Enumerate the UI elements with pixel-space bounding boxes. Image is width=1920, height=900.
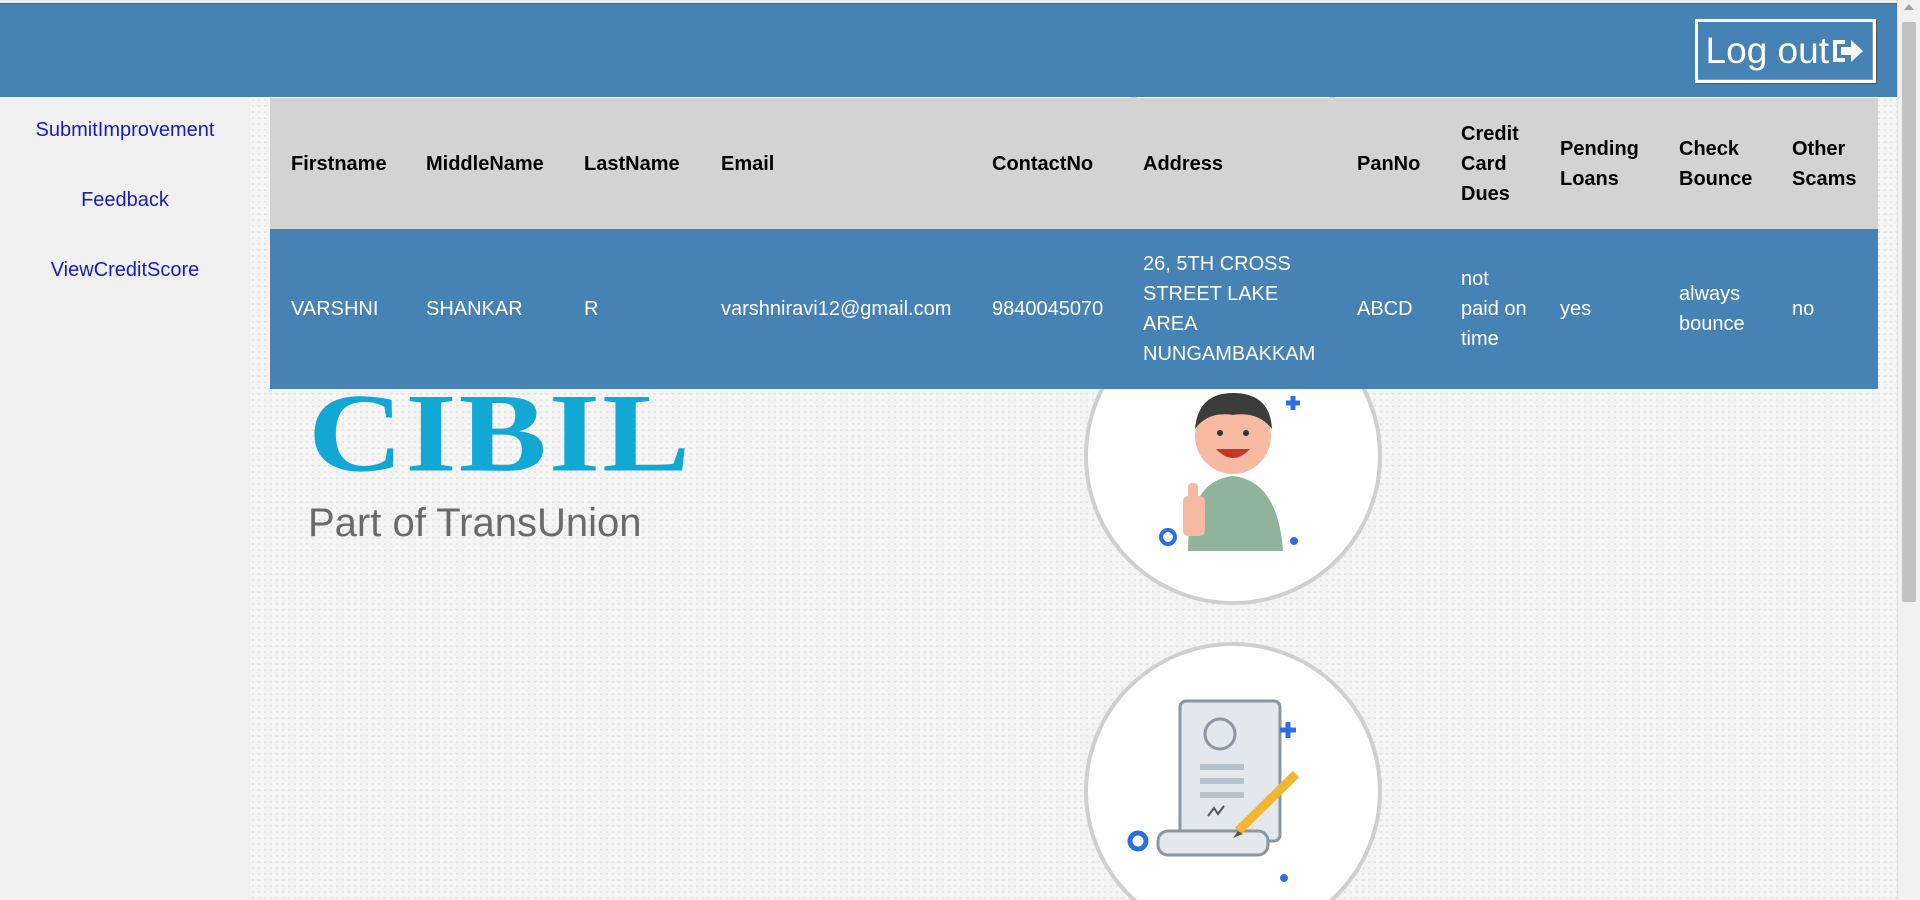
cell-firstname: VARSHNI [270, 229, 405, 389]
col-header-lastname: LastName [563, 98, 700, 229]
sidebar-link-feedback[interactable]: Feedback [0, 189, 250, 212]
cibil-logo: CIBIL Part of TransUnion [308, 377, 692, 546]
logout-button[interactable]: Log out [1694, 19, 1876, 83]
col-header-panno: PanNo [1336, 98, 1440, 229]
scrollbar-thumb[interactable] [1902, 22, 1916, 602]
sidebar: SubmitImprovement Feedback ViewCreditSco… [0, 97, 250, 900]
table-header-row: Firstname MiddleName LastName Email Cont… [270, 98, 1878, 229]
table-row: VARSHNI SHANKAR R varshniravi12@gmail.co… [270, 229, 1878, 389]
cell-panno: ABCD [1336, 229, 1440, 389]
col-header-email: Email [700, 98, 971, 229]
cell-credit-card-dues: not paid on time [1440, 229, 1539, 389]
header-bar: Log out [0, 3, 1898, 98]
cell-other-scams: no [1771, 229, 1878, 389]
cell-pending-loans: yes [1539, 229, 1658, 389]
scroll-up-arrow-icon[interactable] [1904, 4, 1914, 10]
sidebar-link-submit-improvement[interactable]: SubmitImprovement [0, 119, 250, 142]
document-signing-illustration [1084, 642, 1382, 900]
logo-title: CIBIL [308, 370, 693, 496]
col-header-middlename: MiddleName [405, 98, 563, 229]
col-header-check-bounce: Check Bounce [1658, 98, 1771, 229]
credit-details-table: Firstname MiddleName LastName Email Cont… [270, 98, 1878, 389]
logout-label: Log out [1705, 30, 1829, 71]
cell-email: varshniravi12@gmail.com [700, 229, 971, 389]
cell-check-bounce: always bounce [1658, 229, 1771, 389]
cell-contactno: 9840045070 [971, 229, 1122, 389]
logo-subtitle: Part of TransUnion [308, 501, 642, 545]
cell-middlename: SHANKAR [405, 229, 563, 389]
cell-lastname: R [563, 229, 700, 389]
col-header-credit-card-dues: Credit Card Dues [1440, 98, 1539, 229]
page-scrollbar[interactable] [1897, 0, 1920, 900]
col-header-other-scams: Other Scams [1771, 98, 1878, 229]
col-header-pending-loans: Pending Loans [1539, 98, 1658, 229]
col-header-contactno: ContactNo [971, 98, 1122, 229]
col-header-address: Address [1122, 98, 1336, 229]
sign-out-icon [1833, 40, 1863, 62]
sidebar-link-view-credit-score[interactable]: ViewCreditScore [0, 259, 250, 282]
col-header-firstname: Firstname [270, 98, 405, 229]
cell-address: 26, 5TH CROSS STREET LAKE AREA NUNGAMBAK… [1122, 229, 1336, 389]
